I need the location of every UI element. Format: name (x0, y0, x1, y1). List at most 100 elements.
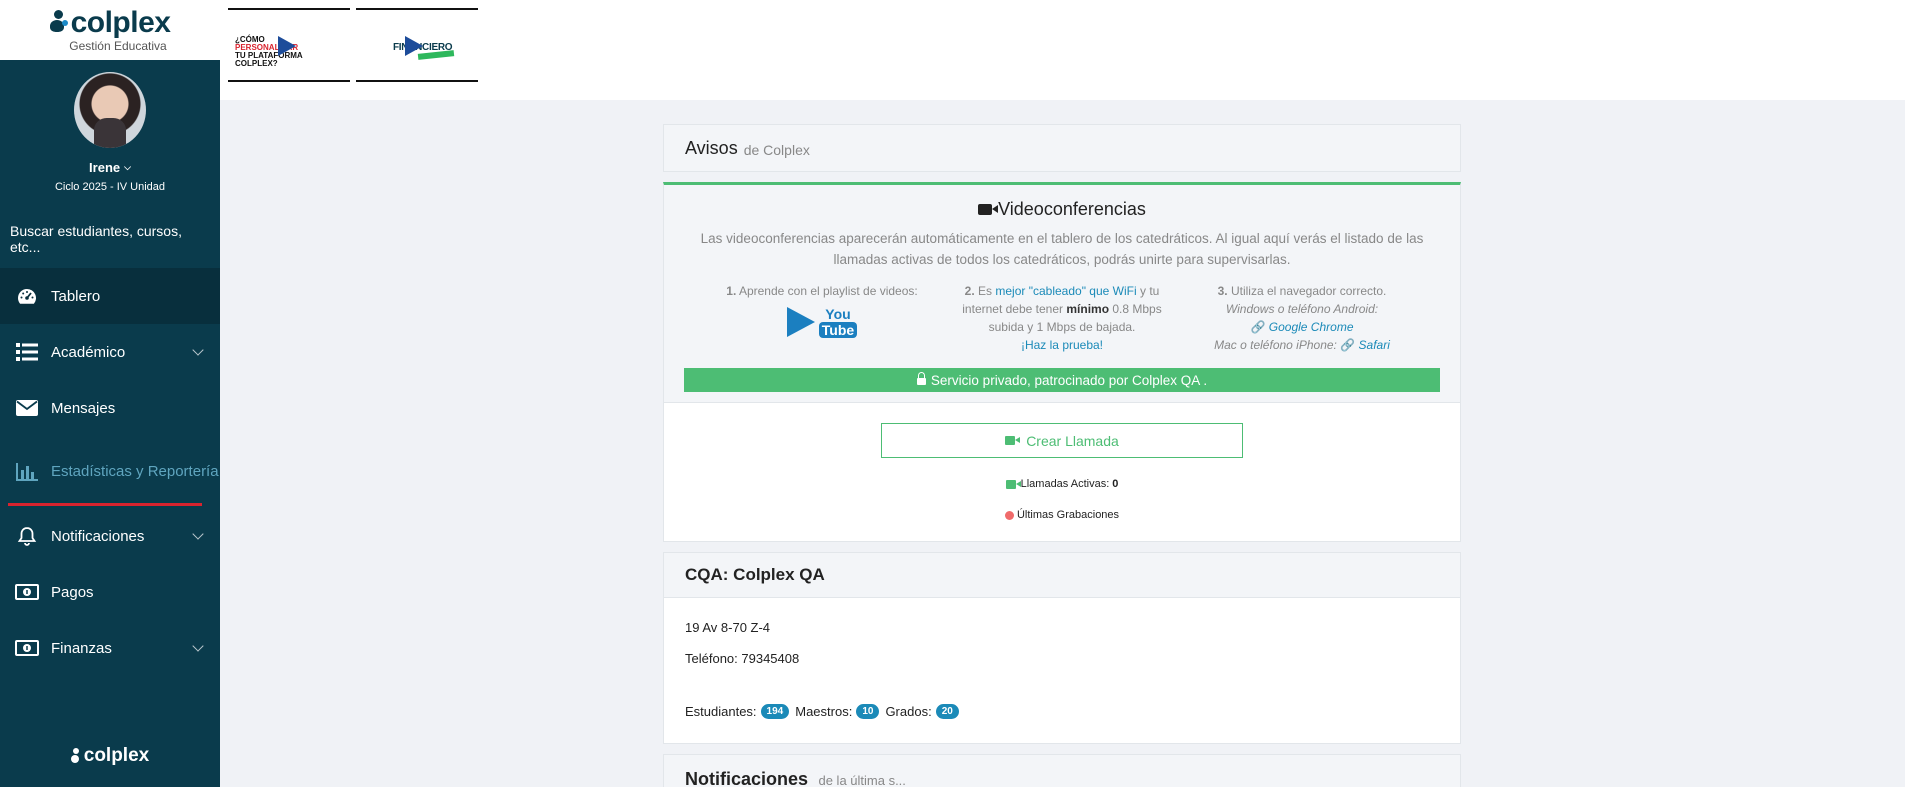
school-details: 19 Av 8-70 Z-4 Teléfono: 79345408 Estudi… (664, 598, 1460, 743)
video-camera-icon (1005, 436, 1021, 445)
nav-label: Finanzas (51, 639, 112, 657)
chevron-down-icon (192, 344, 204, 356)
bell-icon (15, 526, 39, 546)
active-calls-count: 0 (1112, 478, 1119, 490)
step-playlist: 1. Aprende con el playlist de videos: Yo… (712, 282, 932, 354)
nav-item-finanzas[interactable]: Finanzas (0, 620, 220, 676)
school-phone: Teléfono: 79345408 (685, 651, 800, 666)
video-title: Videoconferencias (664, 199, 1460, 220)
lock-icon (916, 372, 926, 385)
nav-label: Estadísticas y Reportería (51, 463, 219, 480)
youtube-logo-top: You (825, 306, 851, 322)
nav-item-pagos[interactable]: Pagos (0, 564, 220, 620)
notices-subtitle: de Colplex (743, 141, 810, 158)
grades-label: Grados: (885, 703, 932, 719)
user-name: Irene (89, 160, 121, 175)
user-menu-toggle[interactable]: Irene ⌵ (89, 160, 131, 175)
list-icon (15, 342, 39, 362)
students-label: Estudiantes: (685, 703, 757, 719)
money-bill-icon (15, 582, 39, 602)
link-icon: 🔗 (1250, 320, 1266, 334)
active-calls-label: Llamadas Activas: (1020, 478, 1110, 490)
record-dot-icon (1004, 510, 1014, 520)
notifications-card: Notificaciones de la última s... (663, 754, 1461, 787)
youtube-playlist-link[interactable]: You Tube (712, 306, 932, 338)
youtube-logo-bottom: Tube (818, 322, 858, 338)
money-bill-icon (15, 638, 39, 658)
annotation-underline (8, 503, 202, 506)
private-service-bar: Servicio privado, patrocinado por Colple… (684, 368, 1440, 392)
teachers-label: Maestros: (795, 703, 853, 719)
school-card: CQA: Colplex QA 19 Av 8-70 Z-4 Teléfono:… (663, 552, 1461, 744)
notifications-subtitle: de la última s... (818, 773, 906, 787)
step-connection: 2. Es mejor "cableado" que WiFi y tu int… (952, 282, 1172, 354)
nav-label: Tablero (51, 287, 101, 305)
private-service-text: Servicio privado, patrocinado por Colple… (930, 372, 1208, 388)
footer-brand[interactable]: colplex (0, 745, 220, 767)
step-browser: 3. Utiliza el navegador correcto. Window… (1192, 282, 1412, 354)
footer-brand-name: colplex (83, 745, 150, 766)
brand-name: colplex (70, 5, 171, 39)
promo-line: COLPLEX? (235, 59, 278, 68)
wired-connection-link[interactable]: mejor "cableado" que WiFi (995, 284, 1136, 298)
videoconference-card: Videoconferencias Las videoconferencias … (663, 182, 1461, 403)
step-number: 3. (1217, 284, 1228, 298)
speed-test-link[interactable]: ¡Haz la prueba! (1021, 338, 1103, 352)
video-steps: 1. Aprende con el playlist de videos: Yo… (664, 282, 1460, 354)
link-label: Safari (1358, 338, 1390, 352)
safari-link[interactable]: 🔗 Safari (1340, 338, 1390, 352)
video-description: Las videoconferencias aparecerán automát… (700, 231, 1424, 267)
step-number: 1. (726, 284, 737, 298)
nav-item-notificaciones[interactable]: Notificaciones (0, 508, 220, 564)
recordings-link[interactable]: Últimas Grabaciones (1004, 509, 1120, 521)
colplex-logo-icon (49, 9, 68, 36)
promo-video-personalizar[interactable]: ¿CÓMO PERSONALIZAR TU PLATAFORMA COLPLEX… (228, 8, 350, 82)
youtube-logo-icon: You Tube (818, 306, 858, 338)
global-search-input[interactable]: Buscar estudiantes, cursos, etc... (0, 223, 220, 255)
recordings-label: Últimas Grabaciones (1016, 509, 1120, 521)
chevron-down-icon (192, 640, 204, 652)
avatar[interactable] (74, 72, 146, 148)
school-title: CQA: Colplex QA (664, 553, 1460, 598)
link-label: Google Chrome (1268, 320, 1354, 334)
link-icon: 🔗 (1340, 338, 1356, 352)
notices-header: Avisos de Colplex (663, 124, 1461, 172)
google-chrome-link[interactable]: 🔗 Google Chrome (1250, 320, 1353, 334)
video-camera-icon (1005, 479, 1021, 489)
nav-label: Pagos (51, 583, 94, 601)
active-calls-link[interactable]: Llamadas Activas: 0 (1005, 478, 1119, 490)
step-text: Aprende con el playlist de videos: (738, 284, 918, 298)
promo-video-financiero[interactable]: FINANCIERO (356, 8, 478, 82)
students-badge: 194 (760, 703, 790, 719)
step-number: 2. (964, 284, 975, 298)
chevron-down-icon: ⌵ (124, 162, 131, 172)
step-text: Es (978, 284, 993, 298)
colplex-logo-icon (70, 748, 81, 764)
nav-item-estadisticas[interactable]: Estadísticas y Reportería (0, 436, 220, 508)
create-call-label: Crear Llamada (1026, 432, 1119, 449)
video-title-text: Videoconferencias (998, 199, 1146, 219)
create-call-button[interactable]: Crear Llamada (881, 423, 1243, 458)
envelope-icon (15, 398, 39, 418)
video-camera-icon (978, 204, 999, 215)
teachers-badge: 10 (856, 703, 880, 719)
nav-item-academico[interactable]: Académico (0, 324, 220, 380)
step-text: Windows o teléfono Android: (1225, 302, 1379, 316)
nav-label: Académico (51, 343, 126, 361)
brand-logo[interactable]: colplex Gestión Educativa (0, 0, 220, 60)
calls-card: Crear Llamada Llamadas Activas: 0 Última… (663, 403, 1461, 542)
step-text: Mac o teléfono iPhone: (1214, 338, 1337, 352)
play-icon (278, 36, 296, 56)
step-strong-text: mínimo (1066, 302, 1110, 316)
play-icon (405, 36, 423, 56)
dashboard-gauge-icon (15, 286, 39, 306)
bar-chart-icon (15, 462, 39, 482)
sidebar: colplex Gestión Educativa Irene ⌵ Ciclo … (0, 0, 220, 787)
top-banner: ¿CÓMO PERSONALIZAR TU PLATAFORMA COLPLEX… (220, 0, 1905, 100)
nav-item-mensajes[interactable]: Mensajes (0, 380, 220, 436)
nav-item-tablero[interactable]: Tablero (0, 268, 220, 324)
step-text: Utiliza el navegador correcto. (1230, 284, 1387, 298)
main-nav: Tablero Académico Mensajes Estadísticas … (0, 268, 220, 676)
brand-subtitle: Gestión Educativa (69, 38, 167, 53)
nav-label: Mensajes (51, 399, 116, 417)
